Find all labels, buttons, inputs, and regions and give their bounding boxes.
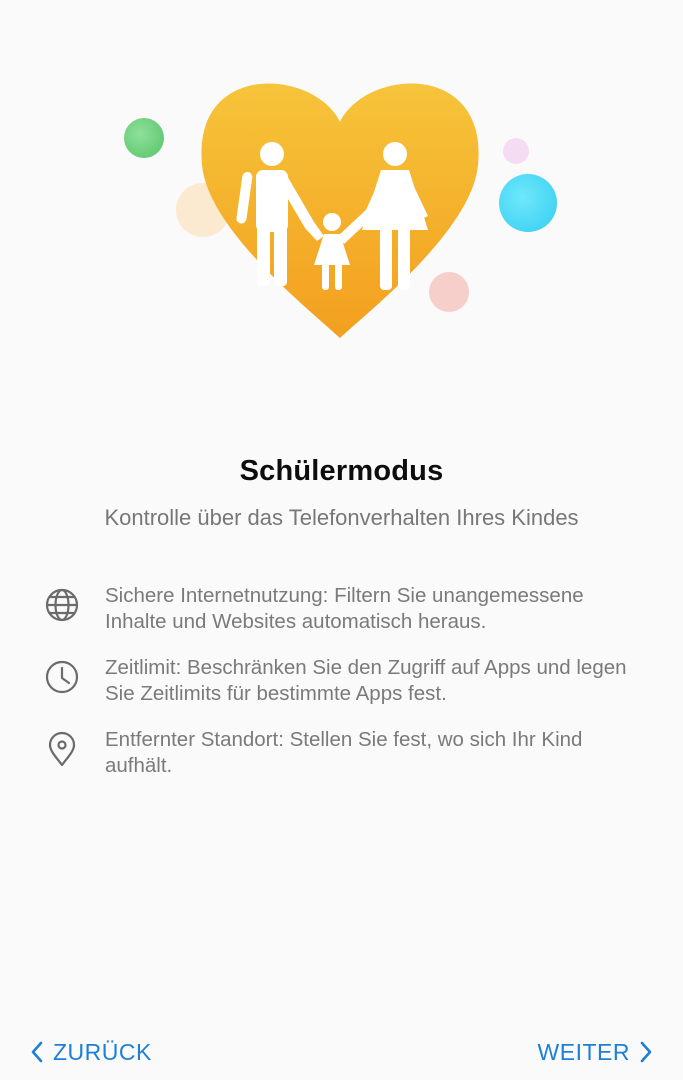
feature-text: Sichere Internetnutzung: Filtern Sie una… — [105, 584, 584, 633]
globe-icon — [44, 587, 80, 623]
location-pin-icon — [44, 731, 80, 767]
back-button[interactable]: ZURÜCK — [30, 1036, 152, 1068]
feature-item-internet: Sichere Internetnutzung: Filtern Sie una… — [44, 583, 644, 643]
green-bubble — [124, 118, 164, 158]
chevron-left-icon — [30, 1040, 44, 1064]
cyan-bubble — [499, 174, 557, 232]
page-subtitle: Kontrolle über das Telefonverhalten Ihre… — [104, 505, 579, 530]
feature-text: Zeitlimit: Beschränken Sie den Zugriff a… — [105, 656, 627, 705]
back-button-label: ZURÜCK — [53, 1038, 152, 1065]
feature-item-time-limit: Zeitlimit: Beschränken Sie den Zugriff a… — [44, 655, 644, 715]
pink-bubble — [429, 272, 469, 312]
next-button-label: WEITER — [537, 1038, 630, 1065]
feature-item-location: Entfernter Standort: Stellen Sie fest, w… — [44, 727, 644, 787]
lilac-bubble — [503, 138, 529, 164]
next-button[interactable]: WEITER — [538, 1036, 653, 1068]
family-heart-illustration — [110, 70, 580, 360]
feature-text: Entfernter Standort: Stellen Sie fest, w… — [105, 728, 583, 777]
clock-icon — [44, 659, 80, 695]
page-title: Schülermodus — [239, 455, 444, 487]
family-heart-graphic — [124, 83, 557, 338]
chevron-right-icon — [639, 1040, 653, 1064]
